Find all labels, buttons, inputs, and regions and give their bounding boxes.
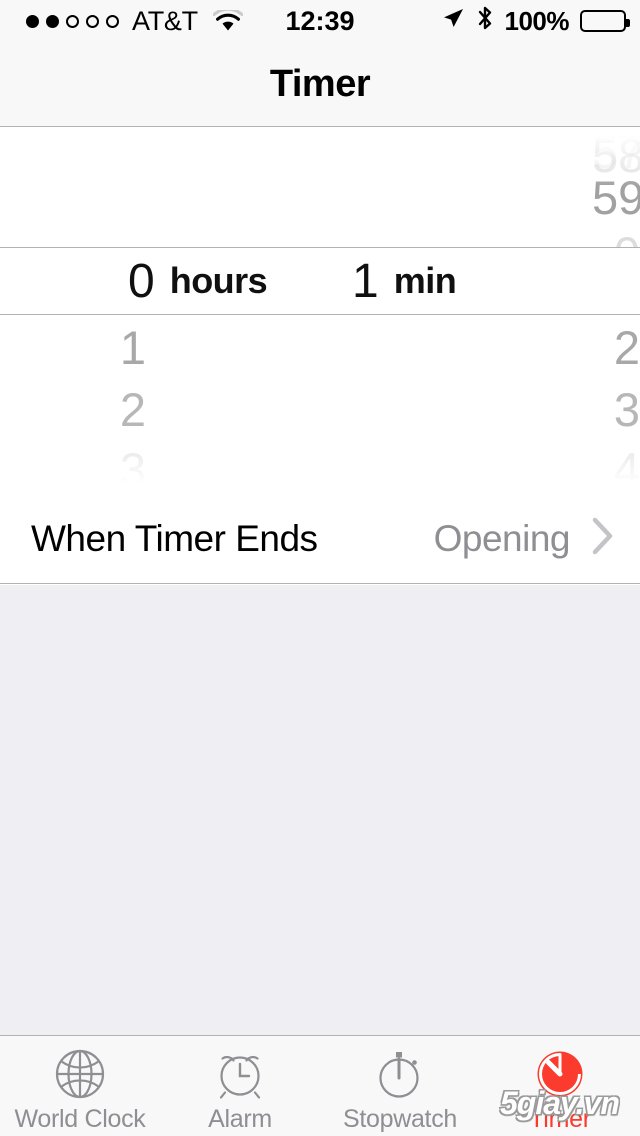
- minutes-option[interactable]: 2: [320, 316, 640, 378]
- when-timer-ends-row[interactable]: When Timer Ends Opening: [0, 494, 640, 584]
- selected-minutes: 1 min: [320, 248, 640, 314]
- site-watermark: 5giay.vn: [500, 1085, 620, 1121]
- status-bar-right: 100%: [441, 5, 630, 38]
- globe-icon: [51, 1045, 109, 1103]
- when-timer-ends-value: Opening: [433, 517, 571, 559]
- timer-controls-area: Start Pause: [0, 585, 640, 1035]
- tab-label-stopwatch: Stopwatch: [342, 1104, 458, 1133]
- chevron-right-icon: [592, 517, 614, 560]
- picker-selection-band: 0 hours 1 min: [0, 247, 640, 315]
- tab-alarm[interactable]: Alarm: [160, 1036, 320, 1136]
- selected-minutes-value: 1: [352, 254, 379, 308]
- when-timer-ends-right: Opening: [434, 517, 614, 560]
- page-title: Timer: [269, 62, 371, 105]
- bluetooth-icon: [476, 5, 494, 38]
- timer-screen: AT&T 12:39 100% Timer 1 2 3 57 58 59 2 3…: [0, 0, 640, 1136]
- tab-label-world-clock: World Clock: [14, 1104, 146, 1133]
- battery-percent-label: 100%: [504, 5, 570, 36]
- hours-option[interactable]: 2: [0, 378, 320, 440]
- battery-icon: [580, 10, 630, 32]
- minutes-option[interactable]: 3: [320, 378, 640, 440]
- stopwatch-icon: [371, 1045, 429, 1103]
- navigation-bar: Timer: [0, 42, 640, 127]
- hours-unit-label: hours: [169, 260, 268, 301]
- minutes-option[interactable]: 59: [320, 166, 640, 228]
- minutes-unit-label: min: [393, 260, 457, 301]
- tab-world-clock[interactable]: World Clock: [0, 1036, 160, 1136]
- status-bar: AT&T 12:39 100%: [0, 0, 640, 42]
- alarm-clock-icon: [211, 1045, 269, 1103]
- tab-stopwatch[interactable]: Stopwatch: [320, 1036, 480, 1136]
- hours-option[interactable]: 4: [0, 480, 320, 495]
- selected-hours-value: 0: [128, 254, 155, 308]
- hours-option[interactable]: 1: [0, 316, 320, 378]
- minutes-option[interactable]: 5: [320, 480, 640, 495]
- when-timer-ends-label: When Timer Ends: [31, 517, 318, 559]
- selected-hours: 0 hours: [0, 248, 320, 314]
- tab-label-alarm: Alarm: [208, 1104, 272, 1133]
- location-arrow-icon: [441, 6, 465, 37]
- duration-picker[interactable]: 1 2 3 4 57 58: [0, 128, 640, 494]
